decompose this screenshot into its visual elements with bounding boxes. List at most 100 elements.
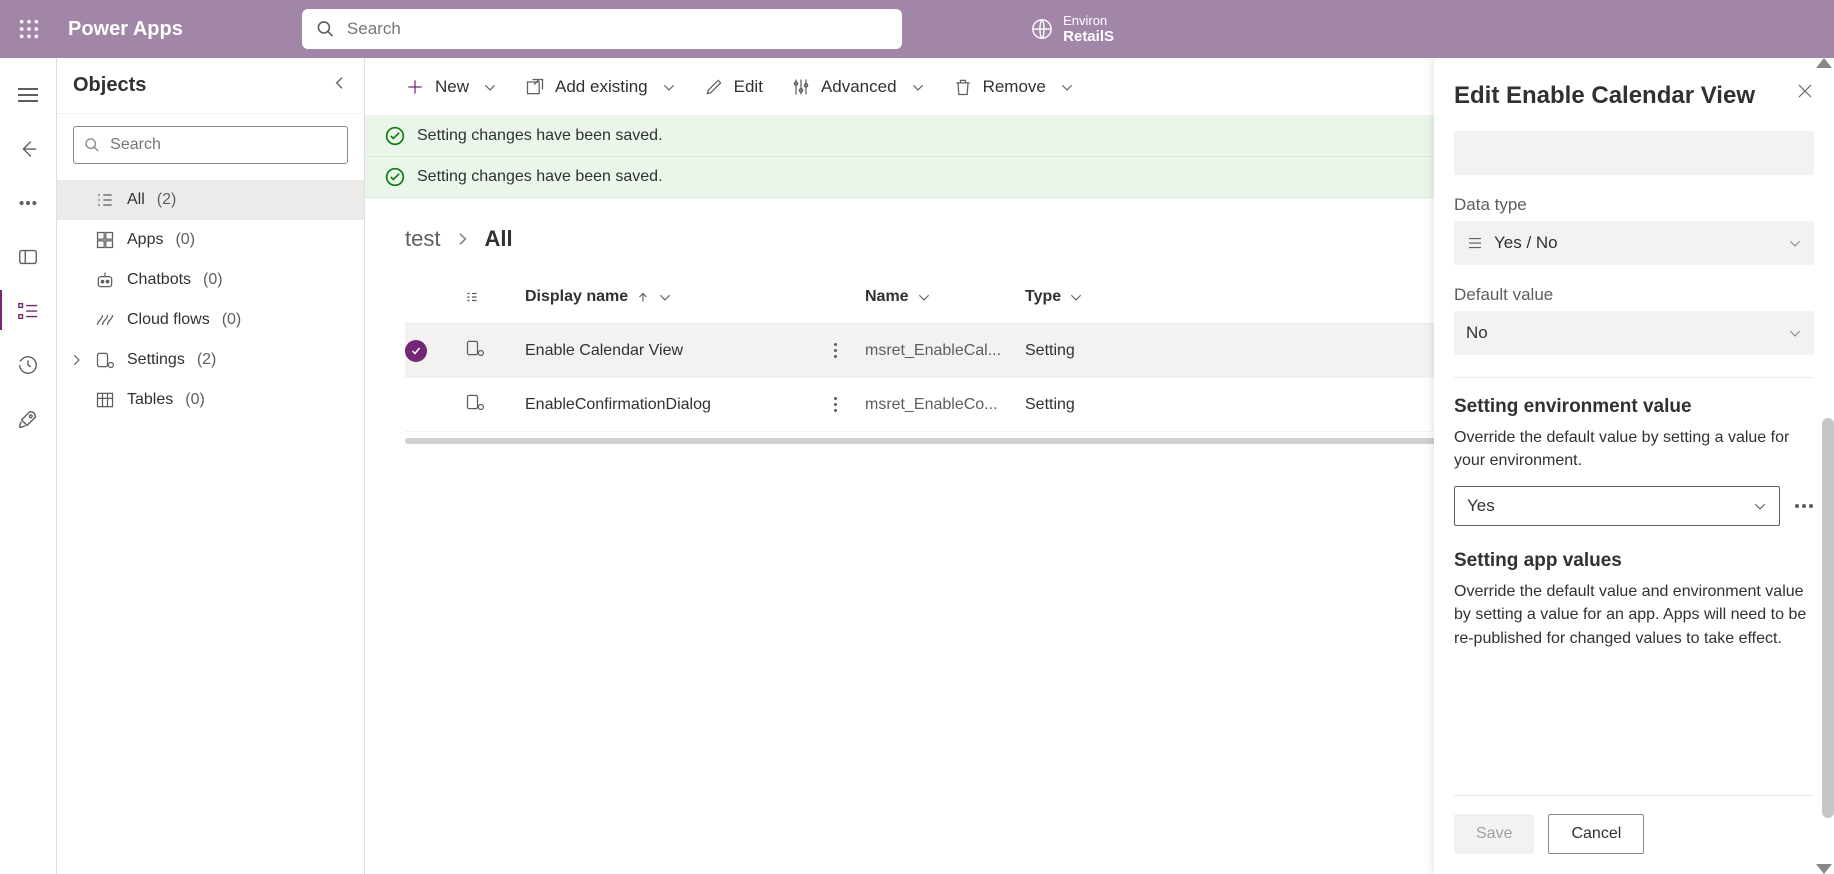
chevron-down-icon — [1753, 499, 1767, 513]
environment-label: Environ — [1063, 13, 1114, 28]
scroll-up-icon[interactable] — [1816, 58, 1832, 68]
hamburger-button[interactable] — [15, 82, 41, 108]
app-values-heading: Setting app values — [1454, 550, 1814, 572]
tree-item-settings[interactable]: Settings (2) — [57, 340, 364, 380]
add-existing-button[interactable]: Add existing — [515, 69, 686, 105]
default-value-label: Default value — [1454, 285, 1814, 305]
new-button[interactable]: New — [395, 69, 507, 105]
objects-search-input[interactable] — [110, 136, 337, 154]
env-value-description: Override the default value by setting a … — [1454, 426, 1814, 472]
save-button[interactable]: Save — [1454, 814, 1534, 854]
apps-icon — [95, 230, 115, 250]
plus-icon — [405, 77, 425, 97]
divider — [1454, 377, 1814, 378]
close-button[interactable] — [1796, 82, 1814, 105]
chevron-right-icon — [69, 353, 83, 367]
display-name-field[interactable] — [1454, 131, 1814, 175]
row-more-button[interactable] — [805, 343, 865, 358]
vertical-scrollbar[interactable] — [1822, 418, 1834, 818]
app-launcher-icon[interactable] — [0, 18, 58, 40]
rocket-icon[interactable] — [15, 406, 41, 432]
tree-item-cloudflows[interactable]: Cloud flows (0) — [57, 300, 364, 340]
edit-button[interactable]: Edit — [694, 69, 773, 105]
row-more-button[interactable] — [805, 397, 865, 412]
objects-search[interactable] — [73, 126, 348, 164]
app-title: Power Apps — [68, 18, 183, 41]
tree-item-label: Apps — [127, 231, 163, 249]
scroll-down-icon[interactable] — [1816, 864, 1832, 874]
tree-item-label: Chatbots — [127, 271, 191, 289]
chevron-down-icon — [917, 290, 931, 304]
tree-item-label: All — [127, 191, 145, 209]
objects-title: Objects — [73, 74, 146, 97]
col-type[interactable]: Type — [1025, 288, 1185, 306]
back-button[interactable] — [15, 136, 41, 162]
trash-icon — [953, 77, 973, 97]
tree-item-count: (2) — [197, 351, 217, 369]
search-icon — [316, 19, 335, 39]
chevron-left-icon — [332, 75, 348, 91]
setting-icon — [465, 392, 525, 417]
more-icon[interactable] — [15, 190, 41, 216]
edit-panel: Edit Enable Calendar View Data type Yes … — [1434, 58, 1834, 874]
global-search-input[interactable] — [347, 19, 888, 39]
toast-text: Setting changes have been saved. — [417, 168, 663, 186]
chevron-down-icon — [483, 80, 497, 94]
col-name[interactable]: Name — [865, 288, 1025, 306]
search-icon — [84, 136, 100, 154]
tree-item-chatbots[interactable]: Chatbots (0) — [57, 260, 364, 300]
default-value-select[interactable]: No — [1454, 311, 1814, 355]
tree-structure-icon — [465, 290, 479, 304]
collapse-panel-button[interactable] — [332, 75, 348, 96]
top-app-bar: Power Apps Environ RetailS — [0, 0, 1834, 58]
toast-text: Setting changes have been saved. — [417, 127, 663, 145]
tree-item-tables[interactable]: Tables (0) — [57, 380, 364, 420]
add-existing-label: Add existing — [555, 77, 648, 97]
env-value-heading: Setting environment value — [1454, 396, 1814, 418]
tree-item-count: (0) — [185, 391, 205, 409]
check-circle-icon — [385, 167, 405, 187]
canvas-icon[interactable] — [15, 244, 41, 270]
chevron-down-icon — [662, 80, 676, 94]
environment-name: RetailS — [1063, 28, 1114, 45]
global-search[interactable] — [302, 9, 902, 49]
tree-item-count: (2) — [157, 191, 177, 209]
environment-picker[interactable]: Environ RetailS — [1031, 13, 1114, 45]
history-icon[interactable] — [15, 352, 41, 378]
tree-item-count: (0) — [222, 311, 242, 329]
row-name: msret_EnableCo... — [865, 396, 1025, 414]
col-display-name[interactable]: Display name — [525, 288, 805, 306]
chevron-down-icon — [1788, 236, 1802, 250]
chevron-down-icon — [911, 80, 925, 94]
env-value-select[interactable]: Yes — [1454, 486, 1780, 526]
flow-icon — [95, 310, 115, 330]
tree-view-icon[interactable] — [15, 298, 41, 324]
row-type: Setting — [1025, 396, 1185, 414]
remove-button[interactable]: Remove — [943, 69, 1084, 105]
tree-item-label: Tables — [127, 391, 173, 409]
chevron-down-icon — [658, 290, 672, 304]
new-label: New — [435, 77, 469, 97]
tree-item-apps[interactable]: Apps (0) — [57, 220, 364, 260]
tree-item-all[interactable]: All (2) — [57, 180, 364, 220]
app-values-description: Override the default value and environme… — [1454, 580, 1814, 650]
env-value-more-button[interactable] — [1794, 504, 1814, 508]
row-checkbox[interactable] — [405, 340, 427, 362]
edit-label: Edit — [734, 77, 763, 97]
pencil-icon — [704, 77, 724, 97]
panel-title: Edit Enable Calendar View — [1454, 82, 1755, 111]
chevron-right-icon — [454, 231, 470, 247]
objects-panel: Objects All (2) Apps (0) Chatbots — [57, 58, 365, 874]
data-type-select[interactable]: Yes / No — [1454, 221, 1814, 265]
table-icon — [95, 390, 115, 410]
main-content: New Add existing Edit Advanced Remove — [365, 58, 1834, 874]
advanced-button[interactable]: Advanced — [781, 69, 935, 105]
cancel-button[interactable]: Cancel — [1548, 814, 1644, 854]
boolean-icon — [1466, 234, 1484, 252]
sliders-icon — [791, 77, 811, 97]
breadcrumb-root[interactable]: test — [405, 226, 440, 252]
tree-item-count: (0) — [175, 231, 195, 249]
tree-item-label: Cloud flows — [127, 311, 210, 329]
setting-icon — [465, 338, 525, 363]
data-type-label: Data type — [1454, 195, 1814, 215]
